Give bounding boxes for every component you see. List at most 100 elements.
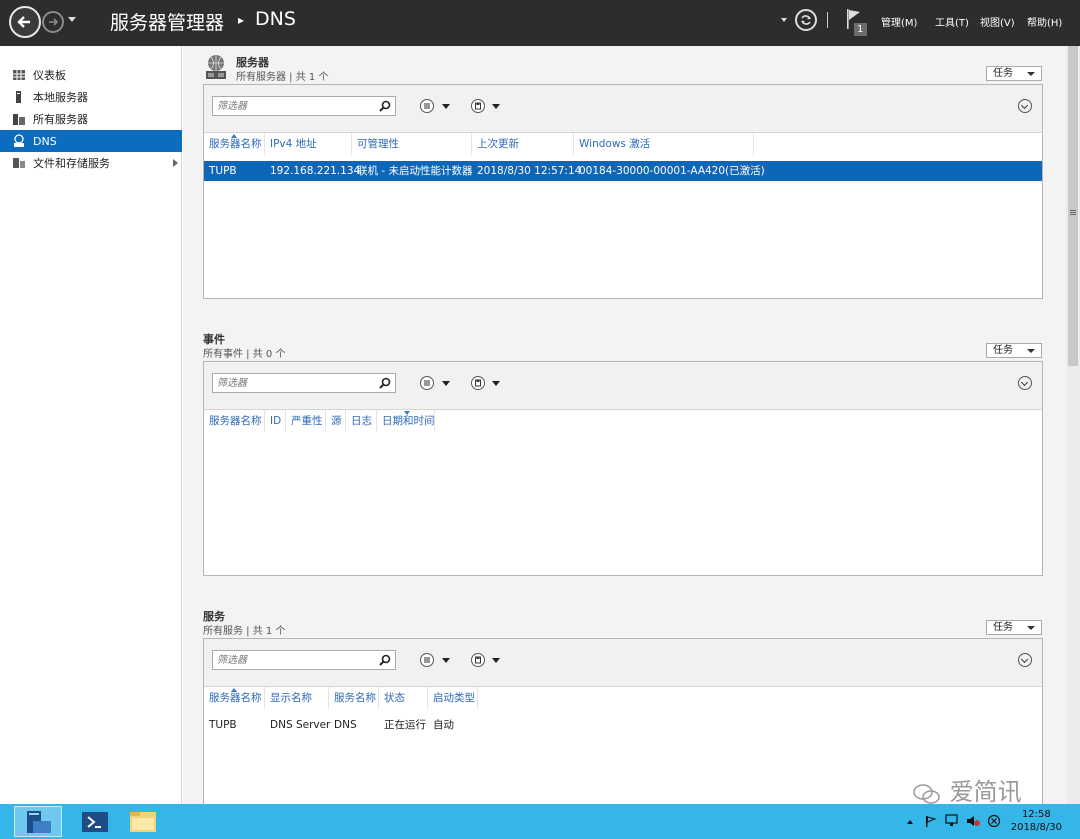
forward-button[interactable] [42,11,64,33]
services-tasks-button[interactable]: 任务 [986,620,1042,635]
cell-status: 正在运行 [384,719,426,731]
save-query-dropdown-icon[interactable] [492,658,500,663]
cell-service-name: DNS [334,719,357,731]
table-row[interactable]: TUPB 192.168.221.134 联机 - 未启动性能计数器 2018/… [204,161,1042,181]
events-panel: 服务器名称 ID 严重性 源 日志 日期和时间 [203,361,1043,576]
all-servers-icon [13,114,25,125]
wechat-icon [913,783,940,804]
column-header[interactable]: 上次更新 [472,133,574,155]
column-header[interactable]: IPv4 地址 [265,133,352,155]
column-header[interactable]: 服务器名称 [204,410,265,432]
save-query-button[interactable] [471,376,485,390]
menu-tools[interactable]: 工具(T) [935,14,969,29]
breadcrumb-separator: ▸ [238,13,245,27]
sidebar-item-all-servers[interactable]: 所有服务器 [0,108,182,130]
sidebar-item-dashboard[interactable]: 仪表板 [0,64,182,86]
column-header[interactable]: 可管理性 [352,133,472,155]
system-clock[interactable]: 12:58 2018/8/30 [1011,808,1062,834]
services-filter-input[interactable] [213,651,373,669]
clock-time: 12:58 [1021,809,1051,820]
list-options-dropdown-icon[interactable] [442,104,450,109]
cell-start-type: 自动 [433,719,454,731]
search-icon[interactable] [379,377,391,389]
expand-arrow-icon[interactable] [173,159,178,167]
column-header[interactable]: 状态 [379,687,428,709]
search-icon[interactable] [379,100,391,112]
events-toolbar [204,362,1042,410]
network-icon[interactable] [944,814,960,828]
sidebar-item-file-storage[interactable]: 文件和存储服务 [0,152,182,174]
scrollbar-thumb[interactable] [1068,46,1078,366]
refresh-button[interactable] [795,9,817,31]
servers-collapse-button[interactable] [1018,99,1032,113]
services-column-headers: 服务器名称 显示名称 服务名称 状态 启动类型 [204,687,1042,709]
taskbar: 12:58 2018/8/30 [0,804,1080,839]
services-collapse-button[interactable] [1018,653,1032,667]
column-header[interactable]: 日志 [346,410,377,432]
cell-server-name: TUPB [209,719,237,731]
notifications-button[interactable]: 1 [846,8,868,36]
save-icon [475,379,481,387]
refresh-icon [801,15,811,25]
list-options-button[interactable] [420,653,434,667]
list-options-button[interactable] [420,376,434,390]
column-header[interactable]: Windows 激活 [574,133,754,155]
list-options-dropdown-icon[interactable] [442,658,450,663]
watermark: 爱简讯 [912,772,1022,807]
services-section-subtitle: 所有服务 | 共 1 个 [203,626,286,637]
save-icon [475,102,481,110]
save-query-button[interactable] [471,99,485,113]
back-button[interactable] [9,6,41,38]
events-filter [212,373,396,393]
events-collapse-button[interactable] [1018,376,1032,390]
vertical-scrollbar[interactable] [1066,46,1080,804]
cell-last-update: 2018/8/30 12:57:14 [477,165,582,177]
column-header[interactable]: 显示名称 [265,687,329,709]
servers-filter-input[interactable] [213,97,373,115]
events-filter-input[interactable] [213,374,373,392]
taskbar-file-explorer-button[interactable] [120,806,168,837]
search-icon[interactable] [379,654,391,666]
column-header[interactable]: 严重性 [286,410,326,432]
save-query-dropdown-icon[interactable] [492,104,500,109]
list-options-dropdown-icon[interactable] [442,381,450,386]
history-dropdown-icon[interactable] [68,17,76,22]
column-header[interactable]: 源 [326,410,346,432]
save-query-dropdown-icon[interactable] [492,381,500,386]
sort-descending-icon [404,411,410,415]
sidebar-item-label: 所有服务器 [33,113,88,126]
events-tasks-button[interactable]: 任务 [986,343,1042,358]
sidebar-item-label: 仪表板 [33,69,66,82]
refresh-dropdown-icon[interactable] [781,18,787,22]
server-manager-icon [27,811,51,833]
sort-ascending-icon [231,688,237,692]
show-hidden-icons-icon[interactable] [906,818,914,826]
sidebar-item-local-server[interactable]: 本地服务器 [0,86,182,108]
dashboard-icon [13,70,25,80]
volume-muted-icon[interactable] [965,814,981,828]
notification-count-badge: 1 [857,24,864,35]
servers-tasks-button[interactable]: 任务 [986,66,1042,81]
file-storage-icon [13,158,25,168]
events-column-headers: 服务器名称 ID 严重性 源 日志 日期和时间 [204,410,1042,432]
list-options-button[interactable] [420,99,434,113]
taskbar-powershell-button[interactable] [72,806,120,837]
menu-view[interactable]: 视图(V) [980,14,1015,29]
menu-manage[interactable]: 管理(M) [881,14,917,29]
column-header[interactable]: ID [265,410,286,432]
table-row[interactable]: TUPB DNS Server DNS 正在运行 自动 [204,715,1042,735]
column-header[interactable]: 服务名称 [329,687,379,709]
powershell-icon [82,812,108,832]
servers-panel: 服务器名称 IPv4 地址 可管理性 上次更新 Windows 激活 TUPB … [203,84,1043,299]
column-header[interactable]: 启动类型 [428,687,478,709]
taskbar-server-manager-button[interactable] [14,806,62,837]
menu-help[interactable]: 帮助(H) [1027,14,1062,29]
sidebar-item-dns[interactable]: DNS [0,130,182,152]
servers-column-headers: 服务器名称 IPv4 地址 可管理性 上次更新 Windows 激活 [204,133,1042,155]
save-query-button[interactable] [471,653,485,667]
action-center-flag-icon[interactable] [924,814,938,828]
dns-icon [14,134,24,147]
close-circle-icon[interactable] [987,814,1001,828]
servers-filter [212,96,396,116]
servers-toolbar [204,85,1042,133]
